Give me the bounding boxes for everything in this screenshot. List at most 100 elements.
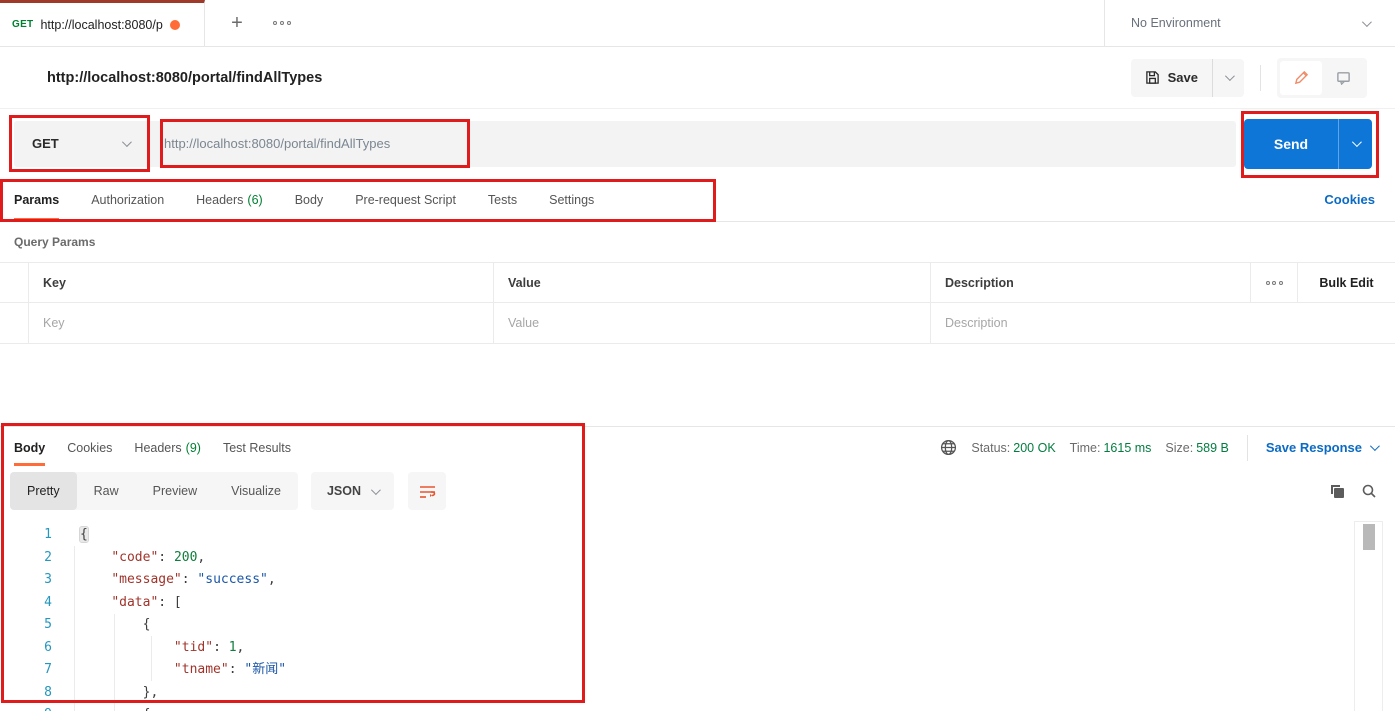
more-options-icon: [1266, 281, 1283, 285]
wrap-lines-button[interactable]: [408, 472, 446, 510]
tab-tests[interactable]: Tests: [488, 178, 517, 221]
code-line: 5 {: [0, 614, 1395, 637]
format-lines-icon: [419, 484, 436, 499]
response-tab-test-results[interactable]: Test Results: [223, 427, 291, 468]
tab-options-icon[interactable]: [273, 21, 291, 25]
param-value-input[interactable]: [508, 316, 916, 330]
param-description-input[interactable]: [945, 316, 1381, 330]
url-input[interactable]: [150, 121, 1236, 167]
bulk-edit-button[interactable]: Bulk Edit: [1298, 263, 1395, 302]
response-view-controls: Pretty Raw Preview Visualize JSON: [0, 468, 1395, 514]
comment-icon: [1336, 70, 1351, 85]
tab-headers[interactable]: Headers(6): [196, 178, 263, 221]
comment-button[interactable]: [1322, 61, 1364, 95]
tab-body[interactable]: Body: [295, 178, 324, 221]
query-params-title: Query Params: [14, 235, 95, 249]
line-number: 4: [0, 592, 52, 615]
save-response-button[interactable]: Save Response: [1266, 440, 1377, 455]
table-row: [0, 303, 1395, 343]
request-url-row: GET Send: [0, 109, 1395, 178]
query-params-table: Key Value Description Bulk Edit: [0, 262, 1395, 344]
tab-settings[interactable]: Settings: [549, 178, 594, 221]
save-label: Save: [1168, 70, 1198, 85]
tab-method-label: GET: [12, 19, 33, 30]
indent-guide: [151, 636, 152, 681]
chevron-down-icon: [122, 137, 132, 147]
code-line: 8 },: [0, 682, 1395, 705]
code-line: 6 "tid": 1,: [0, 637, 1395, 660]
line-number: 5: [0, 614, 52, 637]
environment-selector[interactable]: No Environment: [1104, 0, 1395, 46]
response-code-lines: 1{2 "code": 200,3 "message": "success",4…: [0, 524, 1395, 711]
code-line: 1{: [0, 524, 1395, 547]
url-bar: GET: [14, 121, 1236, 167]
environment-label: No Environment: [1131, 16, 1221, 30]
code-line: 9 {: [0, 704, 1395, 711]
indent-guide: [114, 614, 115, 711]
column-header-description: Description: [931, 263, 1251, 302]
unsaved-dot-icon: [170, 20, 180, 30]
params-more-button[interactable]: [1251, 263, 1298, 302]
view-tab-visualize[interactable]: Visualize: [214, 472, 298, 510]
divider: [1260, 65, 1261, 91]
size-badge: Size:589 B: [1165, 441, 1228, 455]
edit-comment-group: [1277, 58, 1367, 98]
response-tab-cookies[interactable]: Cookies: [67, 427, 112, 468]
pencil-icon: [1294, 70, 1309, 85]
response-scrollbar[interactable]: [1354, 521, 1383, 711]
scrollbar-thumb[interactable]: [1363, 524, 1375, 550]
column-header-key: Key: [29, 263, 494, 302]
param-key-input[interactable]: [43, 316, 479, 330]
response-header: Body Cookies Headers(9) Test Results Sta…: [0, 426, 1395, 468]
chevron-down-icon: [371, 485, 381, 495]
tab-authorization[interactable]: Authorization: [91, 178, 164, 221]
send-label: Send: [1274, 136, 1308, 152]
save-options-button[interactable]: [1212, 59, 1244, 97]
new-tab-button[interactable]: +: [227, 13, 247, 33]
row-check-cell: [0, 303, 29, 343]
code-line: 7 "tname": "新闻": [0, 659, 1395, 682]
view-tab-raw[interactable]: Raw: [77, 472, 136, 510]
select-all-cell: [0, 263, 29, 302]
request-tabs: Params Authorization Headers(6) Body Pre…: [0, 178, 1395, 222]
line-number: 9: [0, 704, 52, 711]
request-tab[interactable]: GET http://localhost:8080/p: [0, 0, 205, 46]
line-number: 1: [0, 524, 52, 547]
tab-pre-request-script[interactable]: Pre-request Script: [355, 178, 456, 221]
topbar-spacer: [291, 0, 1104, 46]
code-line: 2 "code": 200,: [0, 547, 1395, 570]
copy-icon[interactable]: [1329, 483, 1345, 499]
view-tab-preview[interactable]: Preview: [136, 472, 214, 510]
response-tab-body[interactable]: Body: [14, 427, 45, 468]
request-title: http://localhost:8080/portal/findAllType…: [47, 70, 322, 86]
code-line: 4 "data": [: [0, 592, 1395, 615]
response-body-viewer[interactable]: 1{2 "code": 200,3 "message": "success",4…: [0, 514, 1395, 711]
time-badge: Time:1615 ms: [1070, 441, 1152, 455]
line-number: 7: [0, 659, 52, 682]
search-icon[interactable]: [1361, 483, 1377, 499]
indent-guide: [74, 546, 75, 711]
send-button[interactable]: Send: [1244, 119, 1338, 169]
spacer: [0, 344, 1395, 426]
divider: [1247, 435, 1248, 461]
save-button[interactable]: Save: [1131, 59, 1212, 97]
cookies-link[interactable]: Cookies: [1324, 178, 1375, 221]
globe-icon[interactable]: [940, 439, 957, 456]
format-dropdown[interactable]: JSON: [311, 472, 394, 510]
view-tab-pretty[interactable]: Pretty: [10, 472, 77, 510]
table-header-row: Key Value Description Bulk Edit: [0, 263, 1395, 303]
save-icon: [1145, 70, 1160, 85]
view-mode-tabs: Pretty Raw Preview Visualize: [10, 472, 298, 510]
method-dropdown[interactable]: GET: [14, 121, 150, 167]
rename-button[interactable]: [1280, 61, 1322, 95]
postman-app: GET http://localhost:8080/p + No Environ…: [0, 0, 1395, 711]
response-tab-headers[interactable]: Headers(9): [134, 427, 201, 468]
method-value: GET: [32, 136, 59, 151]
status-badge: Status:200 OK: [971, 441, 1055, 455]
tab-url-label: http://localhost:8080/p: [40, 18, 162, 32]
column-header-value: Value: [494, 263, 931, 302]
send-options-button[interactable]: [1338, 119, 1372, 169]
tab-params[interactable]: Params: [14, 178, 59, 221]
format-value: JSON: [327, 484, 361, 498]
code-line: 3 "message": "success",: [0, 569, 1395, 592]
